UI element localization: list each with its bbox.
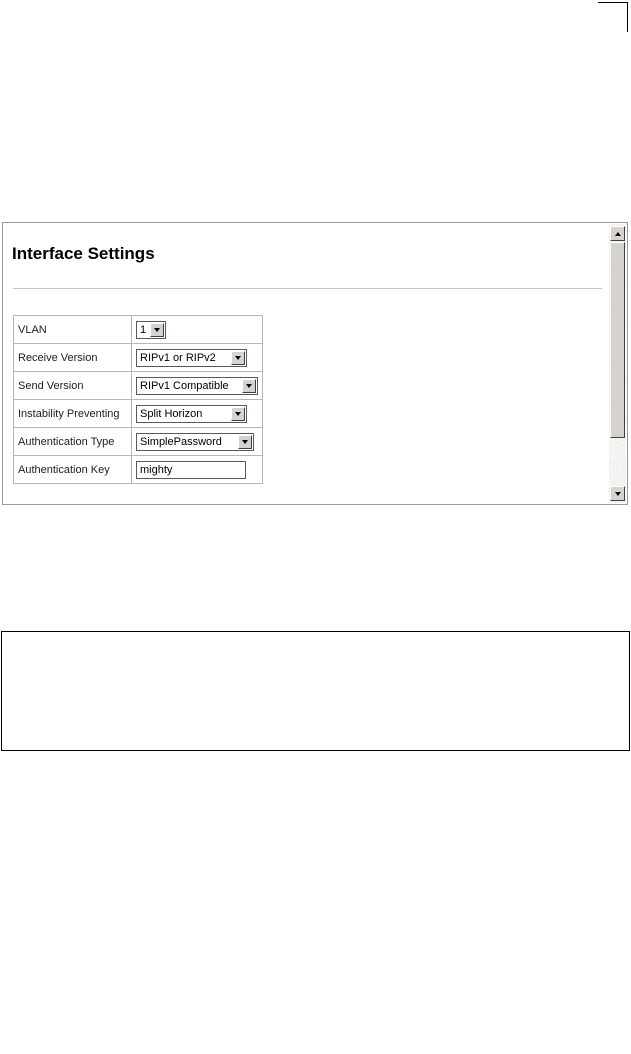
- send-version-cell: RIPv1 Compatible: [131, 371, 263, 400]
- send-version-row: Send Version RIPv1 Compatible: [13, 371, 263, 400]
- interface-settings-frame: Interface Settings VLAN 1 Receive Versio…: [2, 222, 628, 505]
- page-corner-mark: [598, 2, 628, 32]
- send-version-select-value: RIPv1 Compatible: [140, 379, 229, 392]
- scrollbar-thumb[interactable]: [610, 242, 625, 438]
- instability-preventing-cell: Split Horizon: [131, 399, 263, 428]
- chevron-down-icon[interactable]: [242, 378, 256, 393]
- authentication-key-cell: [131, 455, 263, 484]
- instability-preventing-select[interactable]: Split Horizon: [136, 404, 247, 423]
- vlan-row: VLAN 1: [13, 315, 263, 344]
- receive-version-select[interactable]: RIPv1 or RIPv2: [136, 348, 247, 367]
- chevron-down-icon[interactable]: [150, 322, 164, 337]
- authentication-type-cell: SimplePassword: [131, 427, 263, 456]
- title-divider: [13, 288, 602, 289]
- chevron-down-icon[interactable]: [231, 406, 245, 421]
- chevron-down-icon[interactable]: [238, 434, 252, 449]
- authentication-type-select[interactable]: SimplePassword: [136, 432, 254, 451]
- receive-version-label: Receive Version: [13, 343, 132, 372]
- receive-version-select-value: RIPv1 or RIPv2: [140, 351, 216, 364]
- vlan-label: VLAN: [13, 315, 132, 344]
- authentication-type-select-value: SimplePassword: [140, 435, 222, 448]
- receive-version-row: Receive Version RIPv1 or RIPv2: [13, 343, 263, 372]
- arrow-down-icon[interactable]: [610, 486, 625, 501]
- vlan-select-value: 1: [140, 323, 147, 336]
- send-version-select[interactable]: RIPv1 Compatible: [136, 376, 258, 395]
- send-version-label: Send Version: [13, 371, 132, 400]
- authentication-type-label: Authentication Type: [13, 427, 132, 456]
- vlan-cell: 1: [131, 315, 263, 344]
- instability-preventing-label: Instability Preventing: [13, 399, 132, 428]
- instability-preventing-select-value: Split Horizon: [140, 407, 203, 420]
- chevron-down-icon[interactable]: [231, 350, 245, 365]
- authentication-key-row: Authentication Key: [13, 455, 263, 484]
- receive-version-cell: RIPv1 or RIPv2: [131, 343, 263, 372]
- vlan-select[interactable]: 1: [136, 320, 166, 339]
- vertical-scrollbar[interactable]: [609, 224, 626, 503]
- instability-preventing-row: Instability Preventing Split Horizon: [13, 399, 263, 428]
- page-title: Interface Settings: [12, 244, 155, 263]
- authentication-key-input[interactable]: [136, 460, 246, 479]
- arrow-up-icon[interactable]: [610, 226, 625, 241]
- authentication-key-label: Authentication Key: [13, 455, 132, 484]
- settings-table: VLAN 1 Receive Version RIPv1 or RIPv2 Se…: [13, 315, 263, 484]
- authentication-type-row: Authentication Type SimplePassword: [13, 427, 263, 456]
- note-box: [1, 631, 630, 751]
